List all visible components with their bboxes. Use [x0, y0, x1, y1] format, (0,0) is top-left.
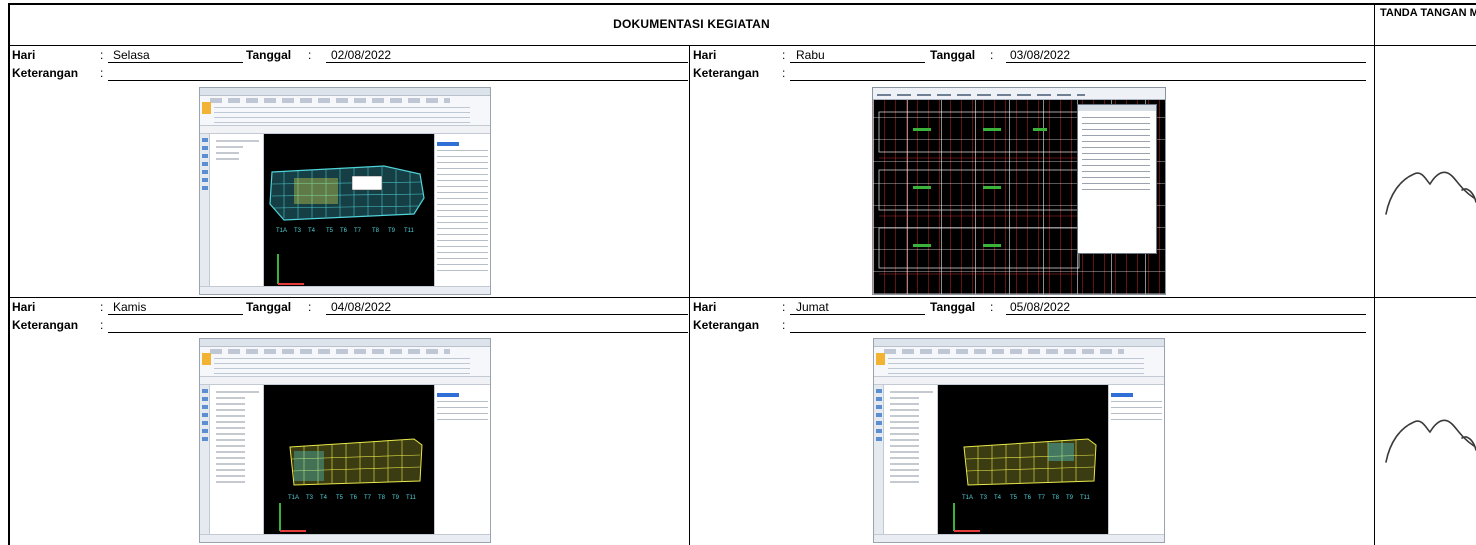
- svg-text:T7: T7: [1038, 495, 1046, 501]
- svg-text:T3: T3: [306, 495, 314, 501]
- colon: :: [100, 300, 104, 314]
- colon: :: [308, 48, 312, 62]
- documentation-sheet: DOKUMENTASI KEGIATAN TANDA TANGAN MENTOR…: [0, 0, 1476, 545]
- date-label: Tanggal: [930, 300, 976, 314]
- day-label: Hari: [693, 48, 717, 62]
- sign-column-title: TANDA TANGAN MENTOR: [1380, 7, 1476, 19]
- svg-text:T11: T11: [404, 228, 415, 234]
- day-underline: [790, 314, 925, 315]
- note-label: Keterangan: [12, 66, 79, 80]
- colon: :: [782, 300, 786, 314]
- screenshot-concost-app: T1A T3 T4 T5 T6 T7 T8 T9 T11: [873, 338, 1165, 543]
- day-label: Hari: [12, 300, 36, 314]
- colon: :: [990, 48, 994, 62]
- svg-text:T11: T11: [1080, 495, 1091, 501]
- note-underline: [108, 332, 688, 333]
- note-label: Keterangan: [693, 66, 760, 80]
- colon: :: [100, 318, 104, 332]
- header-bottom-line: [8, 45, 1476, 46]
- day-underline: [108, 62, 243, 63]
- colon: :: [100, 48, 104, 62]
- svg-text:T1A: T1A: [962, 495, 973, 501]
- svg-text:T6: T6: [350, 495, 358, 501]
- svg-text:T3: T3: [980, 495, 988, 501]
- day-label: Hari: [12, 48, 36, 62]
- date-underline: [1006, 62, 1366, 63]
- svg-text:T9: T9: [388, 228, 396, 234]
- note-underline: [790, 80, 1366, 81]
- svg-text:T5: T5: [1010, 495, 1018, 501]
- svg-text:T5: T5: [336, 495, 344, 501]
- note-label: Keterangan: [693, 318, 760, 332]
- note-underline: [108, 80, 688, 81]
- date-underline: [326, 314, 688, 315]
- svg-text:T7: T7: [364, 495, 372, 501]
- svg-text:T8: T8: [378, 495, 386, 501]
- date-underline: [1006, 314, 1366, 315]
- svg-text:T4: T4: [308, 228, 316, 234]
- day-underline: [108, 314, 243, 315]
- row-divider: [8, 297, 1476, 298]
- note-underline: [790, 332, 1366, 333]
- date-label: Tanggal: [930, 48, 976, 62]
- svg-text:T1A: T1A: [288, 495, 299, 501]
- note-label: Keterangan: [12, 318, 79, 332]
- colon: :: [100, 66, 104, 80]
- svg-text:T11: T11: [406, 495, 417, 501]
- date-label: Tanggal: [246, 300, 292, 314]
- svg-text:T5: T5: [326, 228, 334, 234]
- date-value: 04/08/2022: [331, 300, 392, 314]
- day-value: Rabu: [796, 48, 825, 62]
- svg-text:T3: T3: [294, 228, 302, 234]
- date-value: 02/08/2022: [331, 48, 392, 62]
- svg-text:T4: T4: [320, 495, 328, 501]
- svg-text:T9: T9: [392, 495, 400, 501]
- svg-text:T6: T6: [1024, 495, 1032, 501]
- day-value: Selasa: [113, 48, 150, 62]
- mentor-signature: [1385, 419, 1476, 463]
- screenshot-concost-app: T1A T3 T4 T5 T6 T7 T8 T9 T11: [199, 338, 491, 543]
- svg-text:T8: T8: [372, 228, 380, 234]
- mentor-signature: [1385, 171, 1476, 215]
- day-underline: [790, 62, 925, 63]
- screenshot-concost-app: T1A T3 T4 T5 T6 T7 T8 T9 T11: [199, 87, 491, 295]
- middle-divider: [689, 45, 690, 545]
- svg-text:T7: T7: [354, 228, 362, 234]
- sign-column-divider: [1374, 3, 1375, 545]
- screenshot-rebar-cad: [872, 87, 1166, 295]
- svg-text:T8: T8: [1052, 495, 1060, 501]
- svg-text:T9: T9: [1066, 495, 1074, 501]
- display-settings-panel: [1077, 104, 1157, 254]
- colon: :: [782, 318, 786, 332]
- floor-plan-drawing: T1A T3 T4 T5 T6 T7 T8 T9 T11: [953, 438, 1097, 532]
- page-title: DOKUMENTASI KEGIATAN: [613, 17, 770, 31]
- colon: :: [990, 300, 994, 314]
- date-label: Tanggal: [246, 48, 292, 62]
- svg-text:T1A: T1A: [276, 228, 287, 234]
- day-value: Kamis: [113, 300, 147, 314]
- day-label: Hari: [693, 300, 717, 314]
- date-value: 03/08/2022: [1010, 48, 1071, 62]
- colon: :: [308, 300, 312, 314]
- colon: :: [782, 66, 786, 80]
- svg-text:T4: T4: [994, 495, 1002, 501]
- day-value: Jumat: [796, 300, 829, 314]
- floor-plan-drawing: T1A T3 T4 T5 T6 T7 T8 T9 T11: [269, 165, 425, 285]
- svg-text:T6: T6: [340, 228, 348, 234]
- date-value: 05/08/2022: [1010, 300, 1071, 314]
- colon: :: [782, 48, 786, 62]
- floor-plan-drawing: T1A T3 T4 T5 T6 T7 T8 T9 T11: [279, 438, 423, 532]
- date-underline: [326, 62, 688, 63]
- frame-left: [8, 3, 10, 545]
